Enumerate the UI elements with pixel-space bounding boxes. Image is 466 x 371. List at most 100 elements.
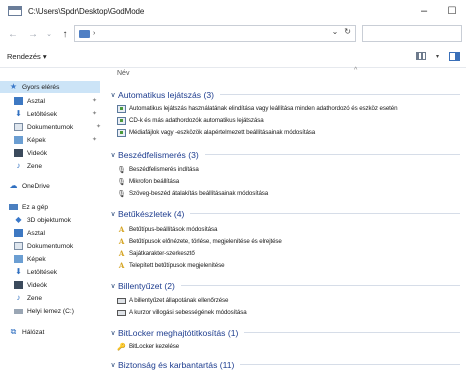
window-icon	[8, 6, 22, 16]
desktop-icon	[14, 229, 23, 237]
list-item[interactable]: A Betűtípusok előnézete, törlése, megjel…	[117, 236, 282, 247]
font-icon: A	[118, 249, 125, 258]
list-item[interactable]: Automatikus lejátszás használatának elin…	[117, 103, 398, 114]
list-item[interactable]: 🎙 Mikrofon beállítása	[117, 176, 179, 187]
sidebar-item-this-pc[interactable]: Ez a gép	[0, 201, 48, 213]
preview-pane-icon[interactable]	[449, 51, 460, 61]
maximize-button[interactable]: ☐	[438, 0, 466, 22]
list-item[interactable]: CD-k és más adathordozók automatikus lej…	[117, 115, 264, 126]
forward-arrow-icon[interactable]: →	[26, 25, 40, 43]
sidebar-item-quick-access[interactable]: ★ Gyors elérés	[0, 81, 100, 93]
chevron-down-icon[interactable]: ∨	[108, 361, 118, 369]
font-icon: A	[118, 225, 125, 234]
pin-icon[interactable]: ✦	[96, 123, 101, 130]
group-header-keyboard[interactable]: ∨ Billentyűzet (2)	[108, 279, 460, 292]
list-item[interactable]: A Sajátkarakter-szerkesztő	[117, 248, 195, 259]
sidebar-item-local-disk[interactable]: Helyi lemez (C:)	[0, 305, 74, 317]
list-item[interactable]: A Betűtípus-beállítások módosítása	[117, 224, 218, 235]
sidebar-item-videos[interactable]: Videók	[0, 147, 47, 159]
up-arrow-icon[interactable]: ↑	[58, 25, 72, 43]
list-item[interactable]: 🎙 Szöveg-beszéd átalakítás beállításaina…	[117, 188, 268, 199]
window-controls: – ☐	[410, 0, 466, 22]
sidebar-item-pc-downloads[interactable]: ⬇ Letöltések	[0, 266, 57, 278]
microphone-icon: 🎙	[117, 178, 126, 186]
list-item[interactable]: Médiafájlok vagy -eszközök alapértelmeze…	[117, 127, 315, 138]
chevron-down-icon[interactable]: ∨	[108, 210, 118, 218]
group-header-speech-recognition[interactable]: ∨ Beszédfelismerés (3)	[108, 148, 460, 161]
sidebar-item-3d-objects[interactable]: ◆ 3D objektumok	[0, 214, 71, 226]
sort-caret-icon[interactable]: ^	[354, 67, 357, 74]
drive-icon	[14, 308, 23, 314]
folder-icon	[79, 29, 90, 38]
group-header-bitlocker[interactable]: ∨ BitLocker meghajtótitkosítás (1)	[108, 326, 460, 339]
autoplay-icon	[117, 104, 126, 113]
sidebar-item-pc-documents[interactable]: Dokumentumok	[0, 240, 73, 252]
microphone-icon: 🎙	[117, 166, 126, 174]
column-header-name[interactable]: Név	[117, 70, 129, 77]
recent-dropdown-icon[interactable]: ⌄	[42, 25, 56, 43]
cube-icon: ◆	[15, 215, 22, 224]
pin-icon[interactable]: ✦	[92, 136, 97, 143]
sidebar-item-pc-pictures[interactable]: Képek	[0, 253, 46, 265]
document-icon	[14, 123, 23, 131]
list-item[interactable]: 🔑 BitLocker kezelése	[117, 341, 179, 352]
autoplay-icon	[117, 128, 126, 137]
group-header-security-maintenance[interactable]: ∨ Biztonság és karbantartás (11)	[108, 358, 460, 371]
group-header-autoplay[interactable]: ∨ Automatikus lejátszás (3)	[108, 88, 460, 101]
document-icon	[14, 242, 23, 250]
group-divider	[244, 332, 460, 333]
download-arrow-icon: ⬇	[15, 267, 22, 276]
back-arrow-icon[interactable]: ←	[6, 25, 20, 43]
group-divider	[240, 364, 460, 365]
list-item[interactable]: A Telepített betűtípusok megjelenítése	[117, 260, 225, 271]
sidebar-item-music[interactable]: ♪ Zene	[0, 160, 43, 172]
sidebar-item-pictures[interactable]: Képek	[0, 134, 46, 146]
chevron-down-icon[interactable]: ∨	[108, 91, 118, 99]
sidebar-item-documents[interactable]: Dokumentumok	[0, 121, 73, 133]
address-bar[interactable]: › ⌄ ↻	[74, 25, 356, 42]
address-row: ← → ⌄ ↑ › ⌄ ↻	[0, 22, 466, 46]
music-note-icon: ♪	[16, 161, 21, 170]
keyboard-icon	[117, 309, 126, 316]
title-bar: C:\Users\Spdr\Desktop\GodMode – ☐	[0, 0, 466, 22]
sidebar-item-pc-desktop[interactable]: Asztal	[0, 227, 45, 239]
file-list: ^ Név ∨ Automatikus lejátszás (3) Automa…	[108, 67, 466, 371]
group-header-fonts[interactable]: ∨ Betűkészletek (4)	[108, 207, 460, 220]
sidebar-item-pc-music[interactable]: ♪ Zene	[0, 292, 43, 304]
organize-menu[interactable]: Rendezés ▾	[7, 52, 47, 61]
pin-icon[interactable]: ✦	[92, 97, 97, 104]
pin-icon[interactable]: ✦	[92, 110, 97, 117]
keyboard-icon	[117, 297, 126, 304]
navigation-pane: ★ Gyors elérés Asztal ✦ ⬇ Letöltések ✦ D…	[0, 69, 107, 371]
chevron-down-icon[interactable]: ∨	[108, 329, 118, 337]
address-dropdown-icon[interactable]: ⌄	[332, 27, 339, 36]
cloud-icon: ☁	[9, 181, 18, 190]
search-input[interactable]	[362, 25, 462, 42]
video-icon	[14, 149, 23, 157]
breadcrumb-chevron-icon[interactable]: ›	[93, 30, 95, 37]
bitlocker-key-icon: 🔑	[117, 343, 126, 351]
sidebar-item-downloads[interactable]: ⬇ Letöltések	[0, 108, 57, 120]
minimize-button[interactable]: –	[410, 0, 438, 22]
chevron-down-icon[interactable]: ∨	[108, 282, 118, 290]
list-item[interactable]: 🎙 Beszédfelismerés indítása	[117, 164, 199, 175]
view-dropdown-icon[interactable]: ▾	[432, 51, 443, 61]
computer-icon	[9, 204, 18, 210]
download-arrow-icon: ⬇	[15, 109, 22, 118]
refresh-icon[interactable]: ↻	[344, 27, 351, 36]
chevron-down-icon[interactable]: ∨	[108, 151, 118, 159]
view-options-icon[interactable]	[416, 52, 426, 60]
desktop-icon	[14, 97, 23, 105]
list-item[interactable]: A billentyűzet állapotának ellenőrzése	[117, 295, 229, 306]
sidebar-item-onedrive[interactable]: ☁ OneDrive	[0, 180, 50, 192]
autoplay-icon	[117, 116, 126, 125]
microphone-icon: 🎙	[117, 190, 126, 198]
video-icon	[14, 281, 23, 289]
list-item[interactable]: A kurzor villogási sebességének módosítá…	[117, 307, 247, 318]
pictures-icon	[14, 136, 23, 144]
font-icon: A	[118, 237, 125, 246]
sidebar-item-pc-videos[interactable]: Videók	[0, 279, 47, 291]
command-bar: Rendezés ▾ ▾	[0, 46, 466, 68]
sidebar-item-network[interactable]: ⧉ Hálózat	[0, 326, 45, 338]
sidebar-item-desktop[interactable]: Asztal	[0, 95, 45, 107]
